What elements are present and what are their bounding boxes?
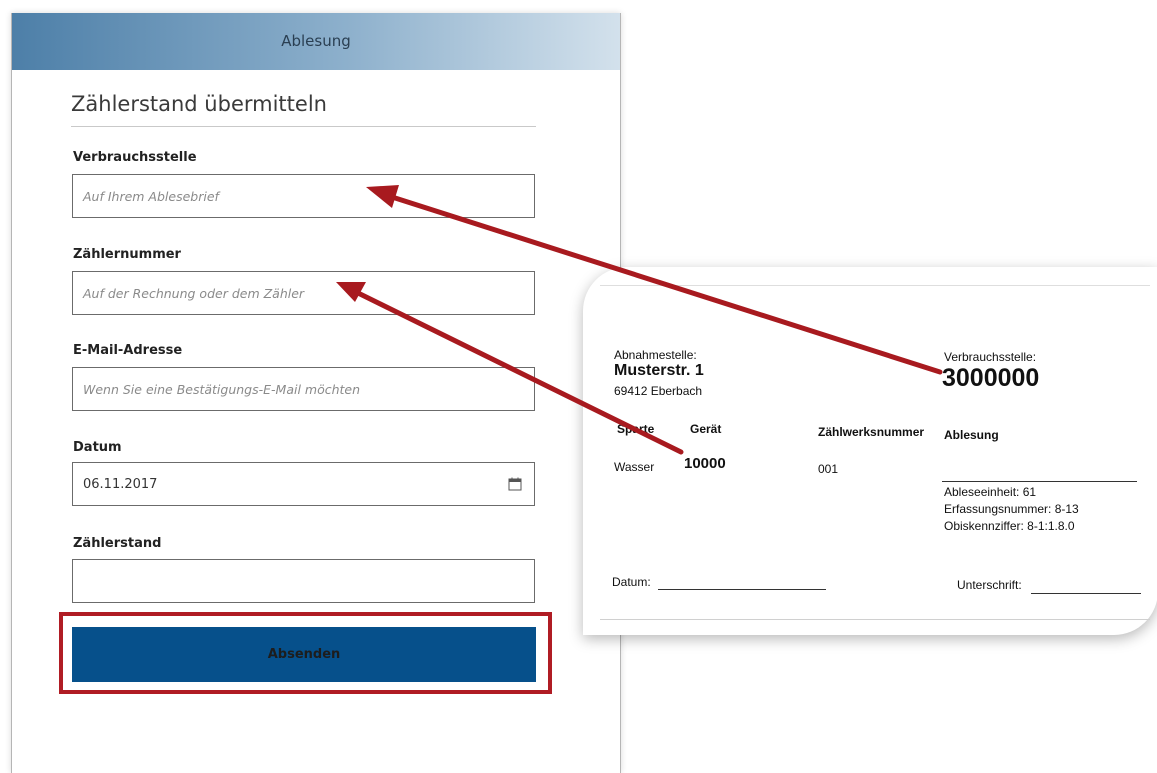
ableseeinheit-text: Ableseeinheit: 61	[944, 485, 1037, 499]
unterschrift-line	[1031, 593, 1141, 594]
zaehlernummer-label: Zählernummer	[73, 247, 181, 262]
verbrauchsstelle-number: 3000000	[942, 364, 1040, 392]
header-title: Ablesung	[281, 32, 351, 50]
erfassungsnummer-text: Erfassungsnummer: 8-13	[944, 502, 1079, 516]
row-zaehlwerk: 001	[818, 462, 839, 476]
email-placeholder: Wenn Sie eine Bestätigungs-E-Mail möchte…	[83, 382, 361, 397]
datum-value: 06.11.2017	[83, 477, 158, 492]
ablesung-line	[942, 481, 1137, 482]
street-text: Musterstr. 1	[614, 362, 704, 379]
col-zaehlwerksnummer: Zählwerksnummer	[818, 425, 925, 439]
page-title: Zählerstand übermitteln	[71, 92, 327, 116]
datum-signature-line	[658, 589, 826, 590]
verbrauchsstelle-card-label: Verbrauchsstelle:	[944, 350, 1037, 364]
zaehlernummer-placeholder: Auf der Rechnung oder dem Zähler	[83, 286, 305, 301]
title-divider	[71, 126, 536, 127]
reading-letter-card	[583, 267, 1157, 635]
form-panel: Ablesung Zählerstand übermitteln Verbrau…	[11, 13, 621, 773]
calendar-icon[interactable]	[508, 477, 522, 491]
datum-input[interactable]: 06.11.2017	[72, 462, 535, 506]
row-geraet: 10000	[684, 455, 726, 472]
zaehlerstand-input[interactable]	[72, 559, 535, 603]
verbrauchsstelle-input[interactable]: Auf Ihrem Ablesebrief	[72, 174, 535, 218]
abnahmestelle-label: Abnahmestelle:	[614, 348, 697, 362]
verbrauchsstelle-placeholder: Auf Ihrem Ablesebrief	[83, 189, 219, 204]
card-top-line	[600, 285, 1150, 286]
email-label: E-Mail-Adresse	[73, 343, 183, 358]
zaehlernummer-input[interactable]: Auf der Rechnung oder dem Zähler	[72, 271, 535, 315]
datum-label: Datum	[73, 440, 122, 455]
email-input[interactable]: Wenn Sie eine Bestätigungs-E-Mail möchte…	[72, 367, 535, 411]
zaehlerstand-label: Zählerstand	[73, 536, 162, 551]
col-ablesung: Ablesung	[944, 428, 999, 442]
col-geraet: Gerät	[690, 422, 722, 436]
datum-card-label: Datum:	[612, 575, 651, 589]
row-sparte: Wasser	[614, 460, 655, 474]
unterschrift-label: Unterschrift:	[957, 578, 1022, 592]
city-text: 69412 Eberbach	[614, 384, 703, 398]
obiskennziffer-text: Obiskennziffer: 8-1:1.8.0	[944, 519, 1075, 533]
col-sparte: Sparte	[617, 422, 655, 436]
submit-button[interactable]: Absenden	[72, 627, 536, 682]
header-bar: Ablesung	[12, 13, 620, 70]
card-bottom-line	[600, 619, 1150, 620]
verbrauchsstelle-label: Verbrauchsstelle	[73, 150, 197, 165]
